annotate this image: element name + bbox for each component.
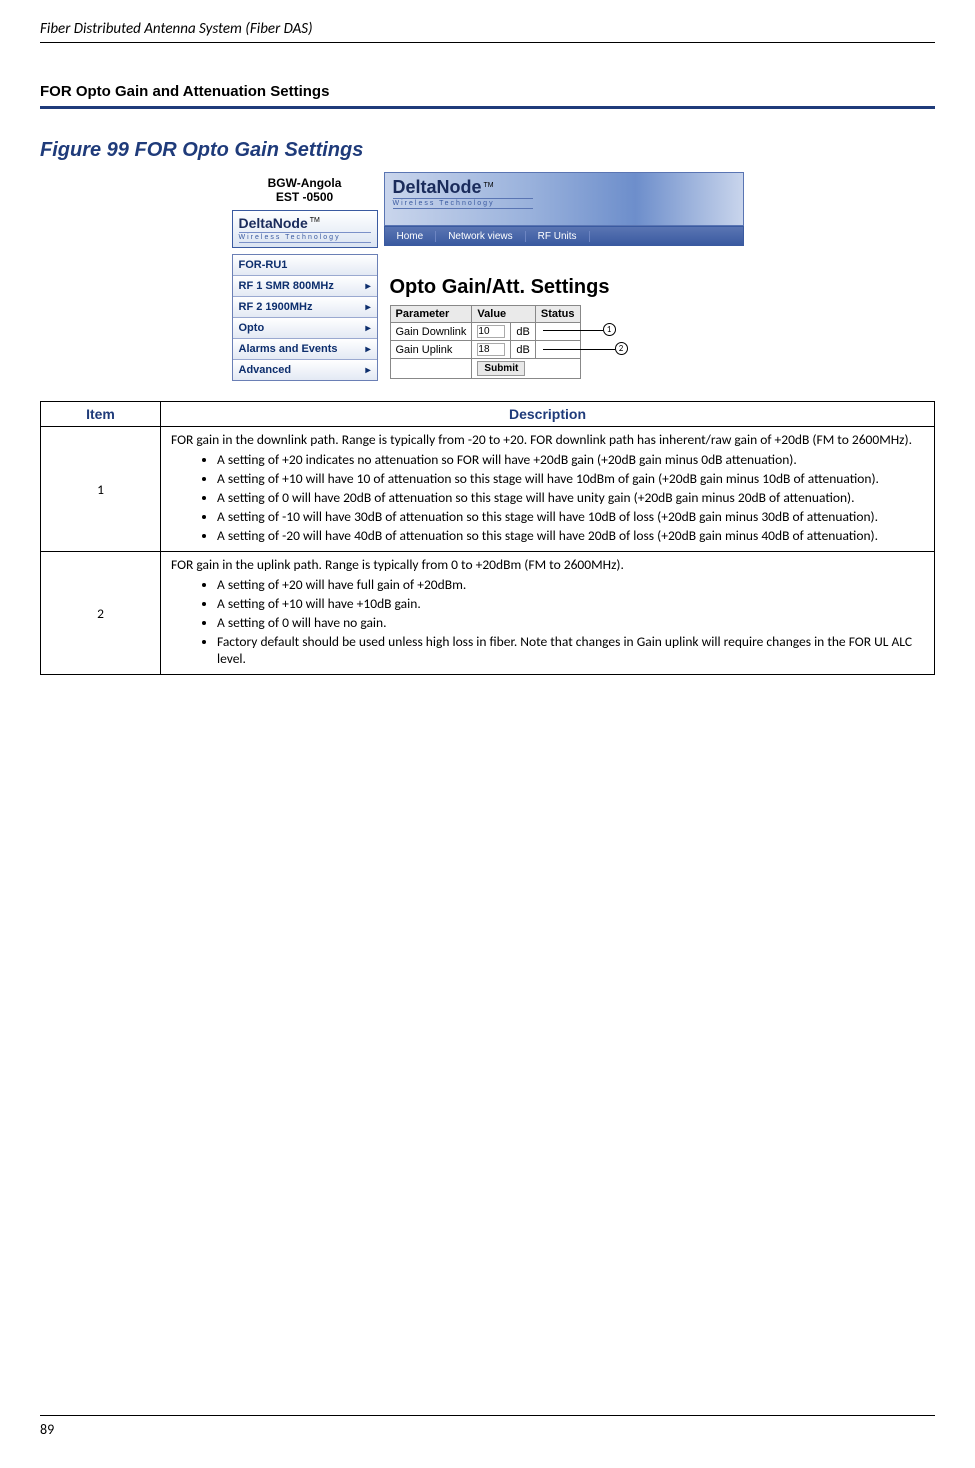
param-table: Parameter Value Status Gain Downlink dB … — [390, 305, 581, 379]
tab-rf-units[interactable]: RF Units — [526, 231, 590, 242]
unit-label: dB — [511, 323, 535, 341]
sidebar-item-label: Alarms and Events — [239, 343, 338, 355]
bullet: A setting of +20 indicates no attenuatio… — [217, 450, 924, 469]
bullet: A setting of +20 will have full gain of … — [217, 575, 924, 594]
item-number: 1 — [41, 427, 161, 552]
desc-intro: FOR gain in the downlink path. Range is … — [171, 431, 924, 448]
tm-mark: TM — [484, 182, 494, 189]
tab-home[interactable]: Home — [385, 231, 437, 242]
figure-title: Figure 99 FOR Opto Gain Settings — [40, 139, 935, 162]
unit-label: dB — [511, 341, 535, 359]
sidebar-item-label: RF 1 SMR 800MHz — [239, 280, 334, 292]
desc-intro: FOR gain in the uplink path. Range is ty… — [171, 556, 924, 573]
gain-downlink-input[interactable] — [477, 325, 505, 338]
settings-title: Opto Gain/Att. Settings — [390, 276, 744, 299]
chevron-right-icon: ▸ — [365, 323, 370, 334]
sidebar-item-label: FOR-RU1 — [239, 259, 288, 271]
brand-name: DeltaNode — [239, 215, 308, 231]
item-number: 2 — [41, 552, 161, 675]
sidebar-item-label: RF 2 1900MHz — [239, 301, 313, 313]
tab-network-views[interactable]: Network views — [436, 231, 525, 242]
param-label: Gain Uplink — [390, 341, 472, 359]
bullet: A setting of -10 will have 30dB of atten… — [217, 507, 924, 526]
desc-row-1: 1 FOR gain in the downlink path. Range i… — [41, 427, 935, 552]
banner-subtitle: Wireless Technology — [393, 198, 533, 209]
section-title: FOR Opto Gain and Attenuation Settings — [40, 83, 935, 109]
chevron-right-icon: ▸ — [365, 365, 370, 376]
bullet: A setting of +10 will have 10 of attenua… — [217, 469, 924, 488]
col-description: Description — [161, 402, 935, 427]
sidebar-item-advanced[interactable]: Advanced ▸ — [233, 359, 377, 380]
gain-uplink-input[interactable] — [477, 343, 505, 356]
bullet: A setting of -20 will have 40dB of atten… — [217, 526, 924, 545]
row-gain-downlink: Gain Downlink dB — [390, 323, 580, 341]
item-description: FOR gain in the downlink path. Range is … — [161, 427, 935, 552]
tm-mark: TM — [310, 217, 320, 224]
bgw-tz: EST -0500 — [232, 190, 378, 204]
chevron-right-icon: ▸ — [365, 281, 370, 292]
sidebar-item-label: Opto — [239, 322, 265, 334]
col-value: Value — [472, 306, 535, 323]
bullet: A setting of 0 will have 20dB of attenua… — [217, 488, 924, 507]
bgw-info: BGW-Angola EST -0500 — [232, 172, 378, 204]
chevron-right-icon: ▸ — [365, 344, 370, 355]
banner-brand: DeltaNode — [393, 177, 482, 197]
param-label: Gain Downlink — [390, 323, 472, 341]
sidebar-item-alarms[interactable]: Alarms and Events ▸ — [233, 338, 377, 359]
bullet: Factory default should be used unless hi… — [217, 632, 924, 668]
item-description: FOR gain in the uplink path. Range is ty… — [161, 552, 935, 675]
col-item: Item — [41, 402, 161, 427]
description-table: Item Description 1 FOR gain in the downl… — [40, 401, 935, 675]
sidebar-item-for-ru1[interactable]: FOR-RU1 — [233, 255, 377, 275]
sidebar-item-label: Advanced — [239, 364, 292, 376]
callout-2: 2 — [615, 342, 628, 355]
brand-subtitle: Wireless Technology — [239, 232, 371, 243]
footer-rule — [40, 1415, 935, 1416]
page-header: Fiber Distributed Antenna System (Fiber … — [40, 20, 935, 43]
sidebar-menu: FOR-RU1 RF 1 SMR 800MHz ▸ RF 2 1900MHz ▸ O… — [232, 254, 378, 381]
submit-button[interactable]: Submit — [477, 361, 525, 376]
page-number: 89 — [40, 1421, 54, 1438]
bullet: A setting of +10 will have +10dB gain. — [217, 594, 924, 613]
nav-tabs: Home Network views RF Units — [384, 226, 744, 246]
sidebar-item-rf1[interactable]: RF 1 SMR 800MHz ▸ — [233, 275, 377, 296]
screenshot-figure: BGW-Angola EST -0500 DeltaNodeTM Wireles… — [40, 172, 935, 381]
col-status: Status — [535, 306, 580, 323]
bgw-name: BGW-Angola — [232, 176, 378, 190]
callout-1: 1 — [603, 323, 616, 336]
sidebar-item-rf2[interactable]: RF 2 1900MHz ▸ — [233, 296, 377, 317]
chevron-right-icon: ▸ — [365, 302, 370, 313]
col-parameter: Parameter — [390, 306, 472, 323]
sidebar-item-opto[interactable]: Opto ▸ — [233, 317, 377, 338]
desc-row-2: 2 FOR gain in the uplink path. Range is … — [41, 552, 935, 675]
sidebar-logo: DeltaNodeTM Wireless Technology — [232, 210, 378, 248]
top-banner: DeltaNodeTM Wireless Technology — [384, 172, 744, 226]
bullet: A setting of 0 will have no gain. — [217, 613, 924, 632]
